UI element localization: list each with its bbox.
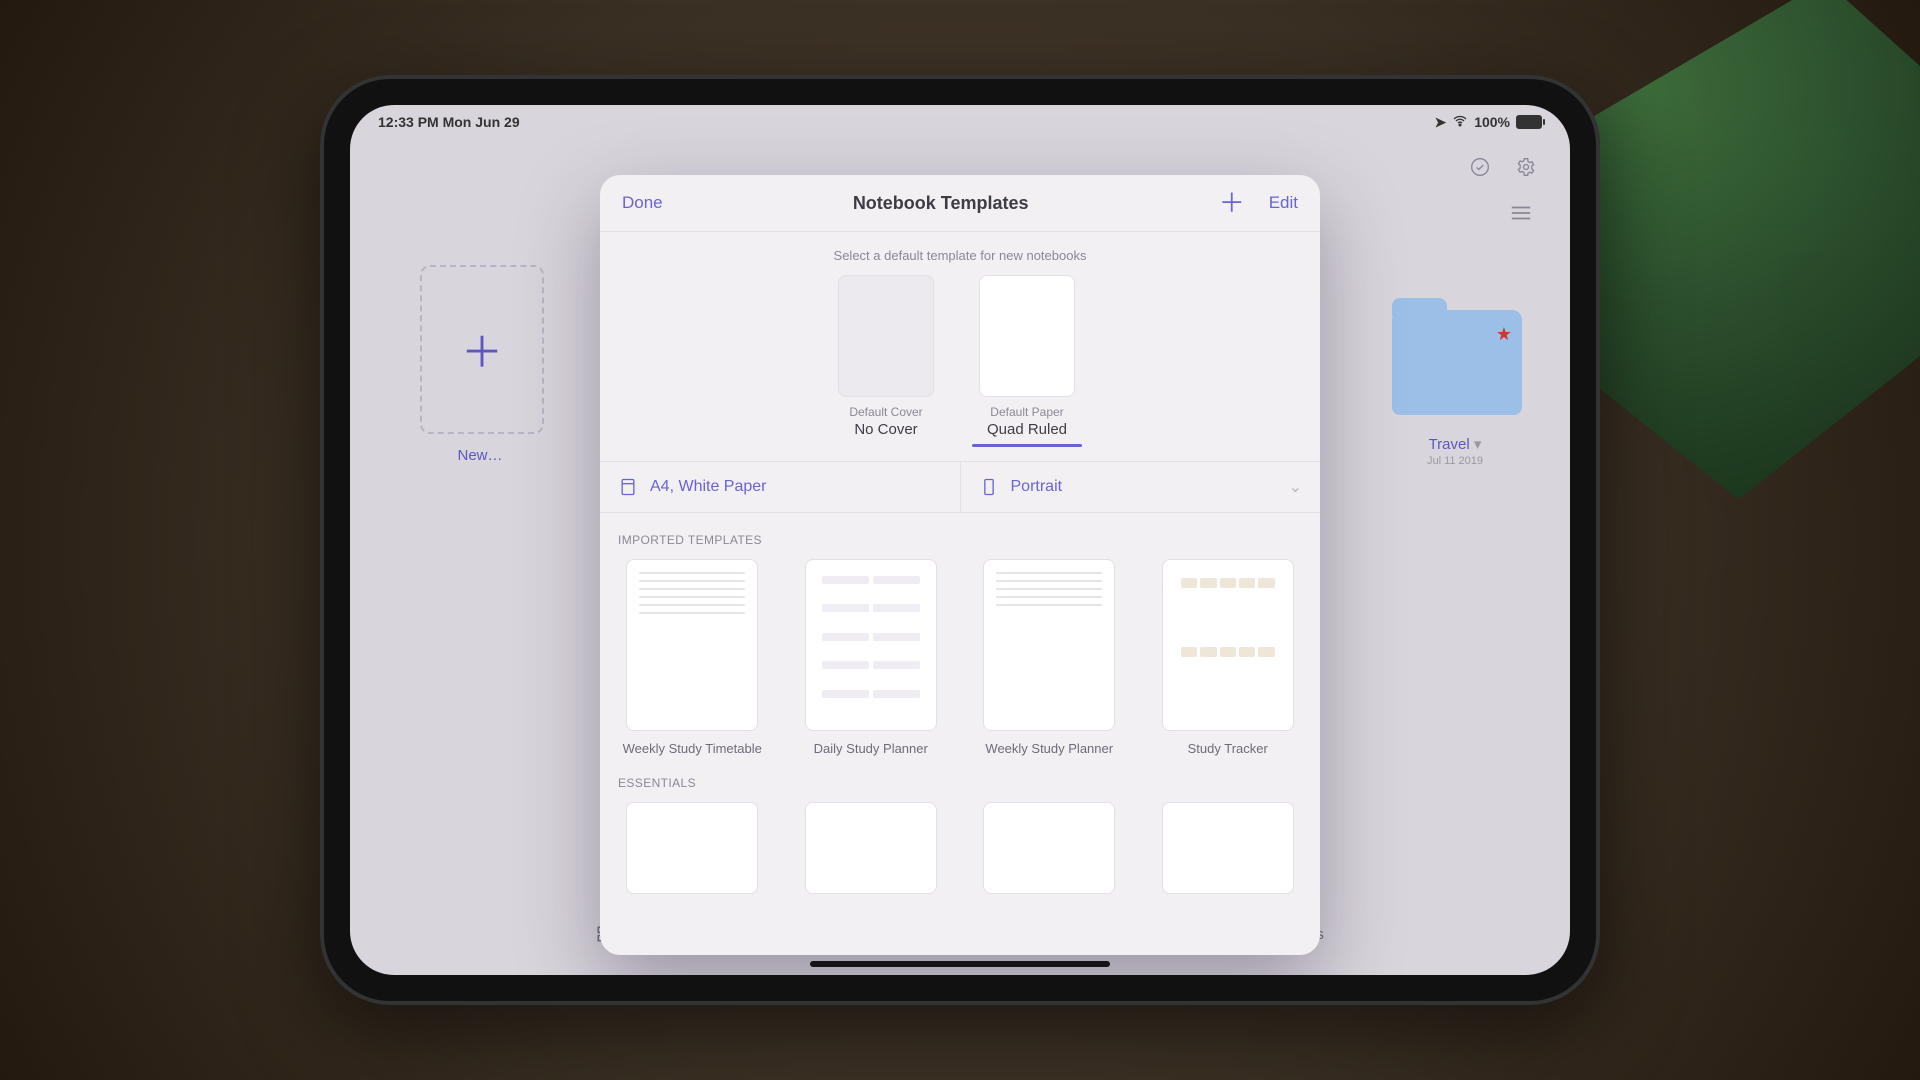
templates-modal: Done Notebook Templates ＋ Edit Select a … [600, 175, 1320, 955]
chevron-down-icon: ⌄ [1289, 477, 1302, 497]
add-template-button[interactable]: ＋ [1219, 190, 1245, 216]
default-paper-thumb [979, 275, 1075, 397]
template-options-toolbar: A4, White Paper Portrait ⌄ [600, 461, 1320, 513]
default-cover-thumb [838, 275, 934, 397]
app-top-icons [1470, 157, 1536, 182]
done-button[interactable]: Done [622, 193, 663, 213]
template-item[interactable] [797, 802, 946, 894]
edit-button[interactable]: Edit [1269, 193, 1298, 213]
template-thumb [805, 802, 937, 894]
template-label: Weekly Study Planner [985, 741, 1113, 756]
orientation-selector[interactable]: Portrait ⌄ [960, 462, 1321, 512]
new-notebook-tile[interactable]: ＋ [420, 265, 544, 434]
template-label: Study Tracker [1188, 741, 1268, 756]
folder-name: Travel ▾ [1370, 435, 1540, 453]
default-paper-option[interactable]: Default Paper Quad Ruled [972, 275, 1082, 447]
template-thumb [626, 559, 758, 731]
default-paper-bottom-label: Quad Ruled [987, 421, 1067, 438]
essentials-templates-row [600, 802, 1320, 894]
template-label: Weekly Study Timetable [623, 741, 762, 756]
template-thumb [1162, 559, 1294, 731]
imported-section-title: IMPORTED TEMPLATES [618, 533, 1320, 547]
gear-icon[interactable] [1516, 157, 1536, 182]
template-item[interactable]: Weekly Study Planner [975, 559, 1124, 756]
template-thumb [1162, 802, 1294, 894]
home-indicator[interactable] [810, 961, 1110, 967]
default-cover-top-label: Default Cover [849, 405, 922, 419]
ipad-frame: 12:33 PM Mon Jun 29 ➤ 100% [320, 75, 1600, 1005]
template-thumb [983, 802, 1115, 894]
default-template-row: Default Cover No Cover Default Paper Qua… [600, 275, 1320, 447]
template-item[interactable] [975, 802, 1124, 894]
template-item[interactable]: Daily Study Planner [797, 559, 946, 756]
star-icon: ★ [1496, 324, 1512, 345]
template-thumb [805, 559, 937, 731]
check-circle-icon[interactable] [1470, 157, 1490, 182]
template-label: Daily Study Planner [814, 741, 928, 756]
selected-indicator [972, 444, 1082, 447]
modal-subtitle: Select a default template for new notebo… [600, 248, 1320, 263]
modal-header: Done Notebook Templates ＋ Edit [600, 175, 1320, 232]
essentials-section-title: ESSENTIALS [618, 776, 1320, 790]
template-item[interactable]: Study Tracker [1154, 559, 1303, 756]
plus-icon: ＋ [461, 319, 503, 380]
default-cover-bottom-label: No Cover [854, 421, 917, 438]
default-cover-option[interactable]: Default Cover No Cover [838, 275, 934, 447]
ipad-screen: 12:33 PM Mon Jun 29 ➤ 100% [350, 105, 1570, 975]
template-thumb [983, 559, 1115, 731]
paper-size-label: A4, White Paper [650, 478, 767, 496]
paper-size-selector[interactable]: A4, White Paper [600, 462, 960, 512]
template-item[interactable] [618, 802, 767, 894]
new-notebook-label: New… [420, 447, 540, 464]
template-thumb [626, 802, 758, 894]
view-options-icon[interactable] [1510, 205, 1532, 226]
template-item[interactable] [1154, 802, 1303, 894]
imported-templates-row: Weekly Study Timetable Daily Study Plann… [600, 559, 1320, 756]
folder-date: Jul 11 2019 [1370, 455, 1540, 467]
travel-folder[interactable]: ★ [1392, 310, 1522, 415]
default-paper-top-label: Default Paper [990, 405, 1063, 419]
modal-title: Notebook Templates [853, 193, 1029, 214]
orientation-label: Portrait [1011, 478, 1063, 496]
template-item[interactable]: Weekly Study Timetable [618, 559, 767, 756]
